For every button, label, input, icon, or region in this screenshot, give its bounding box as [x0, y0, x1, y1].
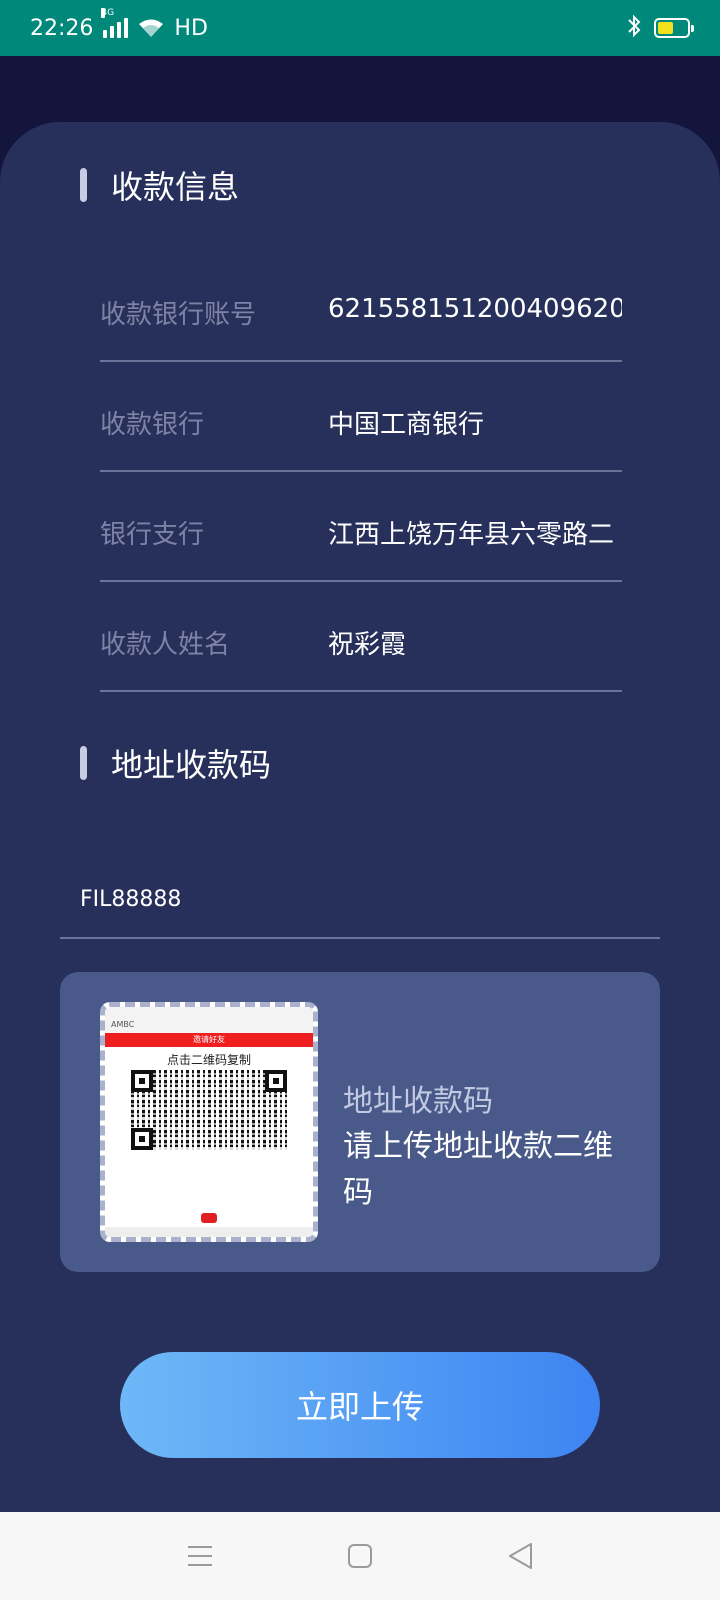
section-bar — [80, 168, 87, 202]
field-label: 收款人姓名 — [100, 630, 231, 660]
section-title-address-code: 地址收款码 — [111, 746, 272, 784]
field-value[interactable]: 江西上饶万年县六零路二 — [328, 514, 622, 551]
wifi-icon — [138, 18, 164, 38]
thumb-app-bar: AMBC — [105, 1007, 313, 1033]
qr-finder — [131, 1128, 153, 1150]
upload-description: 请上传地址收款二维码 — [343, 1129, 613, 1210]
field-label: 收款银行 — [100, 410, 205, 440]
address-value[interactable]: FIL88888 — [80, 887, 181, 912]
status-right — [626, 14, 694, 42]
status-time: 22:26 — [30, 15, 94, 41]
section-payment-info: 收款信息 — [80, 162, 239, 208]
section-title-payment-info: 收款信息 — [111, 168, 240, 206]
qr-upload-thumbnail[interactable]: AMBC 邀请好友 点击二维码复制 — [100, 1002, 318, 1242]
submit-upload-button[interactable]: 立即上传 — [120, 1352, 600, 1458]
status-left: 22:26 4G HD — [30, 8, 208, 41]
form-card: 收款信息 收款银行账号 6215581512004096201 收款银行 中国工… — [0, 122, 720, 1512]
field-value[interactable]: 6215581512004096201 — [328, 294, 622, 324]
field-bank-branch[interactable]: 银行支行 江西上饶万年县六零路二 — [100, 472, 622, 582]
field-payee-name[interactable]: 收款人姓名 祝彩霞 — [100, 582, 622, 692]
section-bar — [80, 746, 87, 780]
thumb-logo-icon — [201, 1213, 217, 1223]
section-address-code: 地址收款码 — [80, 740, 271, 786]
field-bank-name[interactable]: 收款银行 中国工商银行 — [100, 362, 622, 472]
field-label: 银行支行 — [100, 520, 205, 550]
qr-upload-box[interactable]: AMBC 邀请好友 点击二维码复制 地址收款码 请上传地址收款二维码 — [60, 972, 660, 1272]
home-square-icon[interactable] — [330, 1526, 390, 1586]
status-bar: 22:26 4G HD — [0, 0, 720, 56]
qr-code-image — [131, 1070, 287, 1150]
menu-icon[interactable] — [170, 1526, 230, 1586]
upload-title: 地址收款码 — [343, 1084, 493, 1119]
thumb-app-name: AMBC — [111, 1020, 135, 1029]
qr-finder — [131, 1070, 153, 1092]
field-value[interactable]: 中国工商银行 — [328, 404, 622, 441]
signal-icon: 4G — [101, 8, 129, 38]
address-input[interactable]: FIL88888 — [60, 857, 660, 939]
field-bank-account[interactable]: 收款银行账号 6215581512004096201 — [100, 252, 622, 362]
battery-icon — [654, 18, 694, 38]
back-triangle-icon[interactable] — [490, 1526, 550, 1586]
network-type-label: 4G — [101, 8, 115, 18]
thumb-caption: 点击二维码复制 — [166, 1053, 251, 1067]
thumb-footer — [105, 1227, 313, 1237]
battery-level — [658, 22, 674, 34]
field-value[interactable]: 祝彩霞 — [328, 624, 622, 661]
system-nav-bar — [0, 1512, 720, 1600]
field-label: 收款银行账号 — [100, 300, 257, 330]
thumb-header: 邀请好友 — [105, 1033, 313, 1047]
bluetooth-icon — [626, 14, 642, 42]
hd-label: HD — [174, 15, 208, 41]
qr-finder — [265, 1070, 287, 1092]
